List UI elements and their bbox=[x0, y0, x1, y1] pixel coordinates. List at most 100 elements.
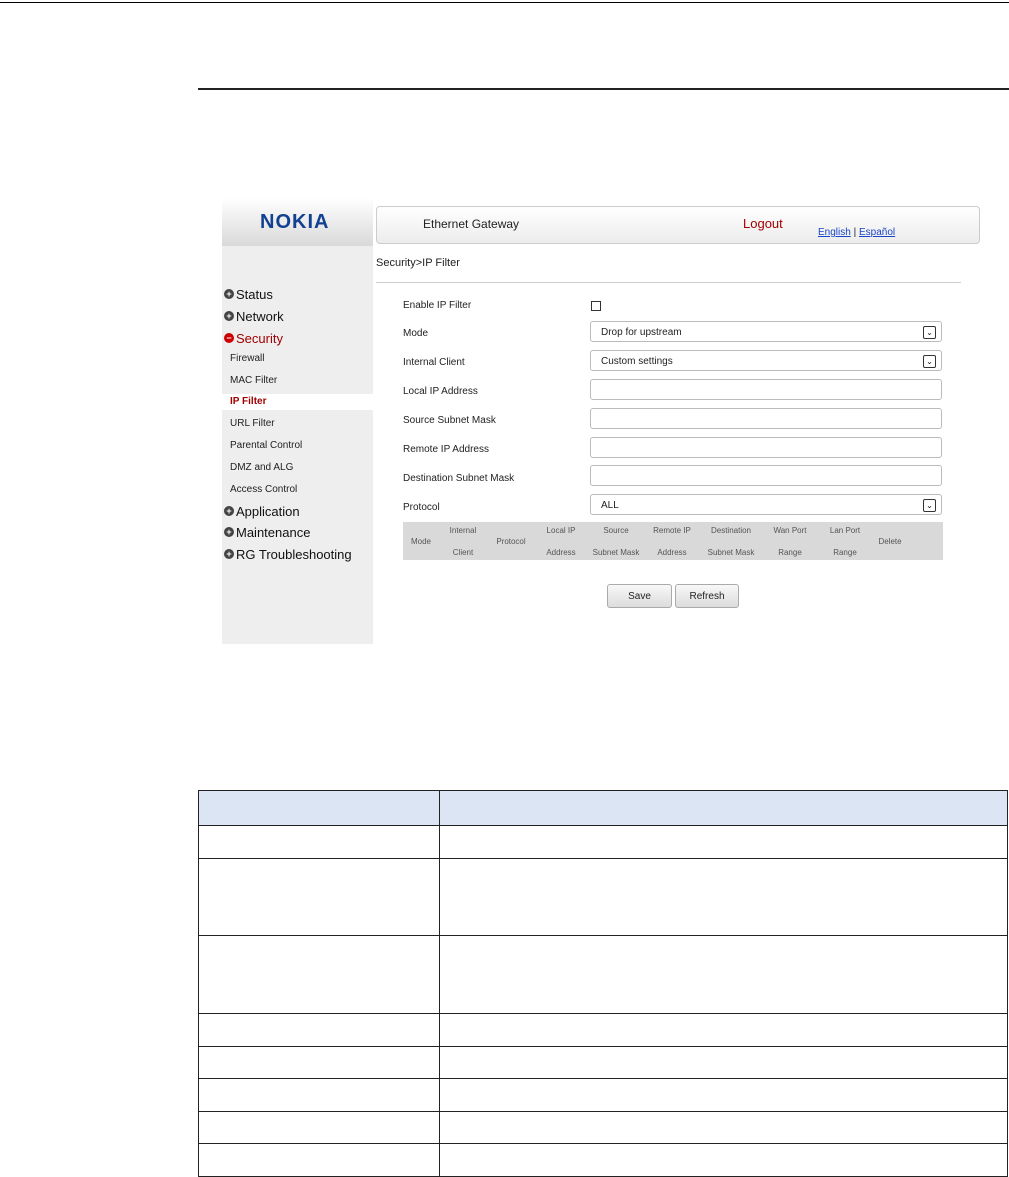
table-row bbox=[198, 858, 1008, 936]
table-row bbox=[198, 1046, 1008, 1079]
chevron-down-icon: ⌄ bbox=[923, 326, 936, 339]
rules-header-text: Address bbox=[546, 547, 576, 557]
sidebar-item-security[interactable]: − Security bbox=[224, 328, 283, 348]
plus-icon: + bbox=[224, 506, 234, 516]
lang-english-link[interactable]: English bbox=[818, 227, 851, 238]
enable-ip-filter-label: Enable IP Filter bbox=[403, 300, 472, 311]
ip-filter-rules-table-header: Mode Internal Client Protocol Local IP Addres… bbox=[403, 522, 943, 560]
chevron-down-icon: ⌄ bbox=[923, 355, 936, 368]
chevron-down-icon: ⌄ bbox=[923, 499, 936, 512]
parameter-table bbox=[198, 790, 1008, 1177]
protocol-label: Protocol bbox=[403, 502, 440, 513]
mode-label: Mode bbox=[403, 328, 429, 339]
nokia-logo: NOKIA bbox=[260, 211, 330, 233]
source-subnet-mask-input[interactable] bbox=[590, 408, 942, 429]
sidebar-item-network[interactable]: + Network bbox=[224, 306, 284, 326]
rules-header-cell: Lan Port Range bbox=[817, 522, 873, 560]
rules-header-text: Remote IP bbox=[653, 525, 691, 535]
rules-header-text: Mode bbox=[410, 536, 431, 546]
rules-header-text: Subnet Mask bbox=[592, 547, 640, 557]
rules-header-text: Subnet Mask bbox=[707, 547, 755, 557]
sidebar-item-maintenance[interactable]: + Maintenance bbox=[224, 522, 310, 542]
remote-ip-label: Remote IP Address bbox=[403, 444, 489, 455]
rules-header-text: Protocol bbox=[496, 536, 526, 546]
rules-header-text: Client bbox=[452, 547, 474, 557]
rules-header-text: Lan Port bbox=[829, 525, 861, 535]
lang-spanish-link[interactable]: Español bbox=[859, 227, 895, 238]
rules-header-text: Delete bbox=[878, 536, 902, 546]
sidebar-item-rg-troubleshooting[interactable]: + RG Troubleshooting bbox=[224, 544, 352, 564]
internal-client-select[interactable]: Custom settings ⌄ bbox=[590, 350, 942, 371]
sidebar-item-label: Maintenance bbox=[236, 524, 311, 540]
rules-header-text: Source bbox=[603, 525, 629, 535]
breadcrumb-divider bbox=[376, 282, 961, 283]
rules-header-cell: Protocol bbox=[487, 522, 535, 560]
logout-link[interactable]: Logout bbox=[743, 216, 783, 231]
remote-ip-input[interactable] bbox=[590, 437, 942, 458]
save-button[interactable]: Save bbox=[607, 584, 672, 608]
language-switcher: English | Español bbox=[818, 227, 895, 238]
internal-client-select-value: Custom settings bbox=[601, 356, 673, 367]
internal-client-label: Internal Client bbox=[403, 357, 465, 368]
refresh-button[interactable]: Refresh bbox=[675, 584, 739, 608]
sidebar-subitem-firewall[interactable]: Firewall bbox=[230, 351, 264, 367]
protocol-select[interactable]: ALL ⌄ bbox=[590, 494, 942, 515]
rules-header-cell: Remote IP Address bbox=[645, 522, 699, 560]
table-header-cell bbox=[439, 790, 1008, 826]
header-title: Ethernet Gateway bbox=[423, 217, 520, 231]
sidebar-subitem-parental-control[interactable]: Parental Control bbox=[230, 438, 302, 454]
sidebar-item-label: Status bbox=[236, 286, 273, 302]
sidebar-item-label: RG Troubleshooting bbox=[236, 546, 352, 562]
table-row bbox=[198, 1143, 1008, 1177]
table-row bbox=[198, 1013, 1008, 1047]
table-row bbox=[198, 1111, 1008, 1144]
plus-icon: + bbox=[224, 289, 234, 299]
destination-subnet-mask-label: Destination Subnet Mask bbox=[403, 473, 515, 484]
breadcrumb: Security>IP Filter bbox=[376, 257, 460, 269]
rules-header-text: Range bbox=[833, 547, 857, 557]
rules-header-text: Internal bbox=[449, 525, 477, 535]
rules-header-cell: Internal Client bbox=[439, 522, 487, 560]
sidebar-subitem-dmz-alg[interactable]: DMZ and ALG bbox=[230, 460, 293, 476]
sidebar-item-label: Application bbox=[236, 503, 300, 519]
sidebar-item-status[interactable]: + Status bbox=[224, 284, 273, 304]
mode-select[interactable]: Drop for upstream ⌄ bbox=[590, 321, 942, 342]
sidebar-item-label: Security bbox=[236, 330, 283, 346]
logo-area: NOKIA bbox=[222, 198, 373, 246]
rules-header-cell: Local IP Address bbox=[535, 522, 587, 560]
table-row bbox=[198, 935, 1008, 1014]
sidebar-subitem-mac-filter[interactable]: MAC Filter bbox=[230, 373, 277, 389]
table-header-cell bbox=[198, 790, 440, 826]
plus-icon: + bbox=[224, 311, 234, 321]
table-row bbox=[198, 1078, 1008, 1112]
local-ip-label: Local IP Address bbox=[403, 386, 478, 397]
sidebar-subitem-url-filter[interactable]: URL Filter bbox=[230, 416, 275, 432]
destination-subnet-mask-input[interactable] bbox=[590, 465, 942, 486]
header-bar: Ethernet Gateway Logout English | Españo… bbox=[376, 206, 980, 244]
rules-header-text: Address bbox=[657, 547, 687, 557]
rules-header-cell: Mode bbox=[403, 522, 439, 560]
mode-select-value: Drop for upstream bbox=[601, 327, 682, 338]
rules-header-text: Destination bbox=[710, 525, 752, 535]
sidebar-subitem-ip-filter[interactable]: IP Filter bbox=[222, 394, 373, 410]
table-row bbox=[198, 825, 1008, 859]
plus-icon: + bbox=[224, 549, 234, 559]
protocol-select-value: ALL bbox=[601, 500, 619, 511]
table-header-row bbox=[198, 790, 1008, 826]
page-top-rule bbox=[0, 2, 1009, 3]
rules-header-cell: Source Subnet Mask bbox=[587, 522, 645, 560]
sidebar-subitem-access-control[interactable]: Access Control bbox=[230, 482, 297, 498]
plus-icon: + bbox=[224, 527, 234, 537]
rules-header-cell: Wan Port Range bbox=[763, 522, 817, 560]
rules-header-text: Local IP bbox=[546, 525, 576, 535]
local-ip-input[interactable] bbox=[590, 379, 942, 400]
sidebar-item-label: Network bbox=[236, 308, 284, 324]
source-subnet-mask-label: Source Subnet Mask bbox=[403, 415, 496, 426]
rules-header-cell: Destination Subnet Mask bbox=[699, 522, 763, 560]
minus-icon: − bbox=[224, 333, 234, 343]
rules-header-text: Wan Port bbox=[773, 525, 807, 535]
sidebar-item-application[interactable]: + Application bbox=[224, 501, 300, 521]
rules-header-text: Range bbox=[778, 547, 802, 557]
enable-ip-filter-checkbox[interactable] bbox=[591, 301, 601, 311]
section-heading-rule bbox=[198, 88, 1009, 90]
